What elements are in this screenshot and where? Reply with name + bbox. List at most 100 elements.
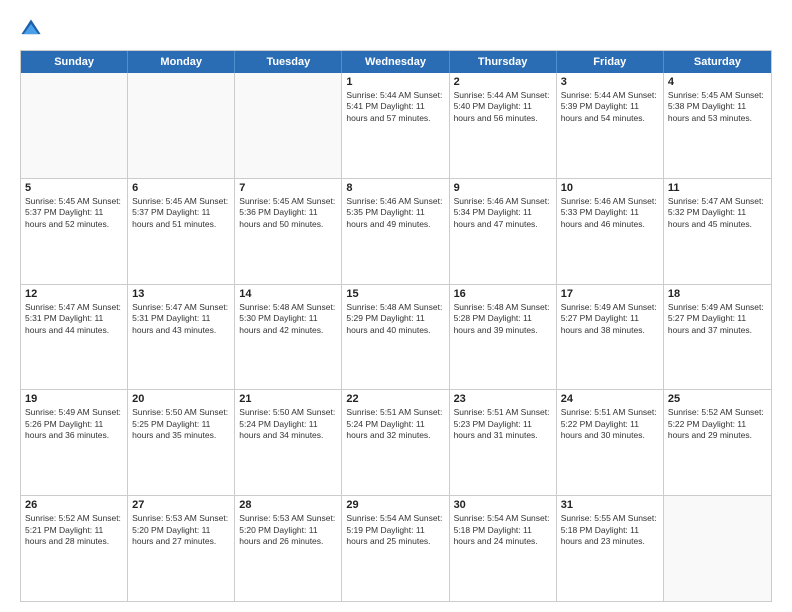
calendar-cell [128,73,235,178]
day-number: 7 [239,182,337,194]
day-info: Sunrise: 5:47 AM Sunset: 5:31 PM Dayligh… [132,302,230,336]
day-number: 27 [132,499,230,511]
calendar-cell: 3 Sunrise: 5:44 AM Sunset: 5:39 PM Daylig… [557,73,664,178]
calendar-cell: 29Sunrise: 5:54 AM Sunset: 5:19 PM Dayli… [342,496,449,601]
header [20,18,772,40]
day-info: Sunrise: 5:54 AM Sunset: 5:19 PM Dayligh… [346,513,444,547]
calendar-body: 1 Sunrise: 5:44 AM Sunset: 5:41 PM Daylig… [21,73,771,601]
calendar-cell: 5 Sunrise: 5:45 AM Sunset: 5:37 PM Daylig… [21,179,128,284]
day-number: 15 [346,288,444,300]
day-info: Sunrise: 5:48 AM Sunset: 5:30 PM Dayligh… [239,302,337,336]
day-number: 28 [239,499,337,511]
day-number: 18 [668,288,767,300]
calendar-cell [21,73,128,178]
day-info: Sunrise: 5:55 AM Sunset: 5:18 PM Dayligh… [561,513,659,547]
calendar-cell: 1 Sunrise: 5:44 AM Sunset: 5:41 PM Daylig… [342,73,449,178]
calendar-week-3: 12 Sunrise: 5:47 AM Sunset: 5:31 PM Dayli… [21,284,771,390]
calendar-cell: 30 Sunrise: 5:54 AM Sunset: 5:18 PM Dayli… [450,496,557,601]
calendar-cell: 13 Sunrise: 5:47 AM Sunset: 5:31 PM Dayli… [128,285,235,390]
calendar-cell: 4 Sunrise: 5:45 AM Sunset: 5:38 PM Daylig… [664,73,771,178]
calendar-cell: 27 Sunrise: 5:53 AM Sunset: 5:20 PM Dayli… [128,496,235,601]
day-info: Sunrise: 5:45 AM Sunset: 5:36 PM Dayligh… [239,196,337,230]
calendar-week-5: 26Sunrise: 5:52 AM Sunset: 5:21 PM Dayli… [21,495,771,601]
day-number: 23 [454,393,552,405]
day-info: Sunrise: 5:51 AM Sunset: 5:24 PM Dayligh… [346,407,444,441]
day-number: 14 [239,288,337,300]
calendar-cell: 11 Sunrise: 5:47 AM Sunset: 5:32 PM Dayli… [664,179,771,284]
calendar-cell: 17Sunrise: 5:49 AM Sunset: 5:27 PM Dayli… [557,285,664,390]
page: SundayMondayTuesdayWednesdayThursdayFrid… [0,0,792,612]
day-info: Sunrise: 5:45 AM Sunset: 5:38 PM Dayligh… [668,90,767,124]
calendar-cell [664,496,771,601]
calendar-cell: 2Sunrise: 5:44 AM Sunset: 5:40 PM Daylig… [450,73,557,178]
calendar-cell: 31 Sunrise: 5:55 AM Sunset: 5:18 PM Dayli… [557,496,664,601]
day-number: 20 [132,393,230,405]
day-number: 3 [561,76,659,88]
day-number: 9 [454,182,552,194]
calendar-cell: 22Sunrise: 5:51 AM Sunset: 5:24 PM Dayli… [342,390,449,495]
day-number: 25 [668,393,767,405]
day-number: 16 [454,288,552,300]
day-info: Sunrise: 5:52 AM Sunset: 5:21 PM Dayligh… [25,513,123,547]
day-info: Sunrise: 5:48 AM Sunset: 5:29 PM Dayligh… [346,302,444,336]
calendar-cell: 15 Sunrise: 5:48 AM Sunset: 5:29 PM Dayli… [342,285,449,390]
day-number: 13 [132,288,230,300]
day-number: 5 [25,182,123,194]
day-number: 11 [668,182,767,194]
day-info: Sunrise: 5:53 AM Sunset: 5:20 PM Dayligh… [132,513,230,547]
calendar-cell: 25 Sunrise: 5:52 AM Sunset: 5:22 PM Dayli… [664,390,771,495]
day-info: Sunrise: 5:51 AM Sunset: 5:23 PM Dayligh… [454,407,552,441]
logo [20,18,44,40]
calendar-cell: 21 Sunrise: 5:50 AM Sunset: 5:24 PM Dayli… [235,390,342,495]
day-info: Sunrise: 5:45 AM Sunset: 5:37 PM Dayligh… [25,196,123,230]
calendar-cell: 18 Sunrise: 5:49 AM Sunset: 5:27 PM Dayli… [664,285,771,390]
calendar-cell: 12 Sunrise: 5:47 AM Sunset: 5:31 PM Dayli… [21,285,128,390]
logo-icon [20,18,42,40]
header-day-sunday: Sunday [21,51,128,73]
day-info: Sunrise: 5:44 AM Sunset: 5:39 PM Dayligh… [561,90,659,124]
day-info: Sunrise: 5:54 AM Sunset: 5:18 PM Dayligh… [454,513,552,547]
day-info: Sunrise: 5:53 AM Sunset: 5:20 PM Dayligh… [239,513,337,547]
calendar-cell: 8Sunrise: 5:46 AM Sunset: 5:35 PM Daylig… [342,179,449,284]
day-info: Sunrise: 5:44 AM Sunset: 5:41 PM Dayligh… [346,90,444,124]
day-info: Sunrise: 5:49 AM Sunset: 5:26 PM Dayligh… [25,407,123,441]
day-info: Sunrise: 5:47 AM Sunset: 5:32 PM Dayligh… [668,196,767,230]
calendar-cell [235,73,342,178]
calendar-cell: 26Sunrise: 5:52 AM Sunset: 5:21 PM Dayli… [21,496,128,601]
day-number: 31 [561,499,659,511]
day-number: 30 [454,499,552,511]
calendar-cell: 6Sunrise: 5:45 AM Sunset: 5:37 PM Daylig… [128,179,235,284]
day-info: Sunrise: 5:45 AM Sunset: 5:37 PM Dayligh… [132,196,230,230]
day-info: Sunrise: 5:47 AM Sunset: 5:31 PM Dayligh… [25,302,123,336]
day-info: Sunrise: 5:49 AM Sunset: 5:27 PM Dayligh… [668,302,767,336]
day-number: 12 [25,288,123,300]
calendar-cell: 7 Sunrise: 5:45 AM Sunset: 5:36 PM Daylig… [235,179,342,284]
calendar-cell: 14 Sunrise: 5:48 AM Sunset: 5:30 PM Dayli… [235,285,342,390]
calendar-cell: 24Sunrise: 5:51 AM Sunset: 5:22 PM Dayli… [557,390,664,495]
day-info: Sunrise: 5:50 AM Sunset: 5:25 PM Dayligh… [132,407,230,441]
calendar-cell: 20 Sunrise: 5:50 AM Sunset: 5:25 PM Dayli… [128,390,235,495]
calendar-cell: 28 Sunrise: 5:53 AM Sunset: 5:20 PM Dayli… [235,496,342,601]
day-number: 8 [346,182,444,194]
day-info: Sunrise: 5:50 AM Sunset: 5:24 PM Dayligh… [239,407,337,441]
day-number: 10 [561,182,659,194]
day-number: 24 [561,393,659,405]
day-info: Sunrise: 5:46 AM Sunset: 5:34 PM Dayligh… [454,196,552,230]
header-day-friday: Friday [557,51,664,73]
day-number: 19 [25,393,123,405]
day-info: Sunrise: 5:46 AM Sunset: 5:33 PM Dayligh… [561,196,659,230]
calendar-cell: 10 Sunrise: 5:46 AM Sunset: 5:33 PM Dayli… [557,179,664,284]
day-number: 1 [346,76,444,88]
calendar-cell: 23 Sunrise: 5:51 AM Sunset: 5:23 PM Dayli… [450,390,557,495]
calendar-cell: 16 Sunrise: 5:48 AM Sunset: 5:28 PM Dayli… [450,285,557,390]
calendar-cell: 19 Sunrise: 5:49 AM Sunset: 5:26 PM Dayli… [21,390,128,495]
calendar-week-1: 1 Sunrise: 5:44 AM Sunset: 5:41 PM Daylig… [21,73,771,178]
header-day-thursday: Thursday [450,51,557,73]
day-info: Sunrise: 5:48 AM Sunset: 5:28 PM Dayligh… [454,302,552,336]
calendar-week-4: 19 Sunrise: 5:49 AM Sunset: 5:26 PM Dayli… [21,389,771,495]
day-info: Sunrise: 5:52 AM Sunset: 5:22 PM Dayligh… [668,407,767,441]
day-info: Sunrise: 5:49 AM Sunset: 5:27 PM Dayligh… [561,302,659,336]
day-number: 21 [239,393,337,405]
header-day-tuesday: Tuesday [235,51,342,73]
day-number: 4 [668,76,767,88]
